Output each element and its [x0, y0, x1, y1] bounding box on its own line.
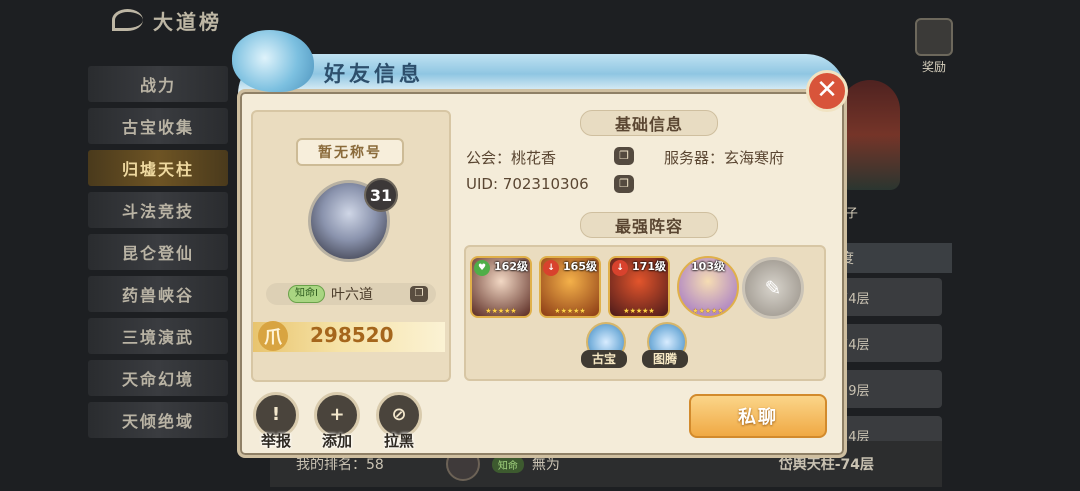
add-friend-label: 添加: [321, 432, 352, 450]
report-label: 举报: [260, 432, 291, 450]
faction-icon: ♥: [474, 260, 490, 276]
private-chat-button[interactable]: 私聊: [689, 394, 827, 438]
power-value: 298520: [310, 323, 394, 347]
hero-stars: ★★★★★: [485, 307, 517, 315]
reward-label: 奖励: [921, 60, 946, 74]
sidebar-item-illusion[interactable]: 天命幻境: [88, 360, 228, 396]
ancient-treasure-label: 古宝: [581, 350, 627, 368]
close-button[interactable]: ✕: [806, 70, 848, 112]
power-icon: 爪: [258, 321, 288, 351]
dialog-title: 好友信息: [324, 62, 424, 86]
sidebar-item-valley[interactable]: 药兽峡谷: [88, 276, 228, 312]
add-friend-button[interactable]: + 添加: [307, 392, 367, 451]
lineup-header: 最强阵容: [580, 212, 718, 238]
guild-text: 公会：桃花香: [466, 149, 557, 167]
sidebar-item-three-realms[interactable]: 三境演武: [88, 318, 228, 354]
player-name: 叶六道: [330, 287, 373, 303]
hero-level: 165级: [563, 260, 597, 273]
player-level-badge: 31: [364, 178, 398, 212]
report-button[interactable]: ! 举报: [246, 392, 306, 451]
back-icon[interactable]: [112, 9, 143, 31]
leaderboard-title: 大道榜: [112, 6, 222, 34]
realm-rank-badge: 知命Ⅰ: [288, 285, 325, 303]
player-name-plate: 知命Ⅰ 叶六道 ❐: [266, 283, 436, 305]
sidebar-item-power[interactable]: 战力: [88, 66, 228, 102]
character-illustration: [840, 80, 900, 190]
sidebar-item-kunlun[interactable]: 昆仑登仙: [88, 234, 228, 270]
totem-label: 图腾: [642, 350, 688, 368]
my-rank-badge: 知命: [491, 455, 524, 473]
whale-icon: [232, 30, 314, 92]
faction-icon: ↓: [543, 260, 559, 276]
uid-text: UID: 702310306: [466, 175, 589, 193]
leaderboard-title-text: 大道榜: [153, 9, 222, 34]
sidebar-item-treasure[interactable]: 古宝收集: [88, 108, 228, 144]
empty-slot-icon[interactable]: ✎: [742, 257, 804, 319]
basic-info-header: 基础信息: [580, 110, 718, 136]
leaderboard-sidebar: 战力 古宝收集 归墟天柱 斗法竞技 昆仑登仙 药兽峡谷 三境演武 天命幻境 天倾…: [88, 66, 228, 444]
hero-level: 103级: [691, 260, 725, 273]
gift-icon: [915, 18, 953, 56]
block-label: 拉黑: [383, 432, 414, 450]
hero-stars: ★★★★★: [554, 307, 586, 315]
hero-level: 162级: [494, 260, 528, 273]
right-tab[interactable]: 度: [830, 243, 952, 273]
hero-card[interactable]: ♥ 162级 ★★★★★: [470, 256, 532, 318]
hero-level: 171级: [632, 260, 666, 273]
faction-icon: ↓: [612, 260, 628, 276]
hero-stars: ★★★★★: [692, 307, 724, 315]
reward-button[interactable]: 奖励: [910, 18, 958, 75]
copy-icon[interactable]: ❐: [614, 175, 634, 193]
server-text: 服务器：玄海寒府: [664, 149, 785, 167]
hero-card[interactable]: 103级 ★★★★★: [677, 256, 739, 318]
hero-card[interactable]: ↓ 171级 ★★★★★: [608, 256, 670, 318]
sidebar-item-abyss-pillar[interactable]: 归墟天柱: [88, 150, 228, 186]
block-button[interactable]: ⊘ 拉黑: [369, 392, 429, 451]
hero-card[interactable]: ↓ 165级 ★★★★★: [539, 256, 601, 318]
hero-stars: ★★★★★: [623, 307, 655, 315]
sidebar-item-abyss-domain[interactable]: 天倾绝域: [88, 402, 228, 438]
copy-icon[interactable]: ❐: [614, 147, 634, 165]
player-title-badge: 暂无称号: [296, 138, 404, 166]
sidebar-item-arena[interactable]: 斗法竞技: [88, 192, 228, 228]
copy-icon[interactable]: ❐: [410, 286, 428, 302]
